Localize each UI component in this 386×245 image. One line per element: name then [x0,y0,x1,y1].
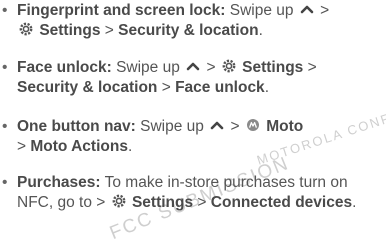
item-target-2: Face unlock [175,79,265,96]
list-item-one-button-nav: • One button nav: Swipe up > Moto > Moto… [0,117,303,157]
separator: > [17,138,27,155]
caret-up-icon [210,121,224,130]
item-end: . [352,194,357,211]
separator: > [206,59,216,76]
moto-app-icon [246,119,259,131]
bullet: • [2,2,8,19]
item-text: Swipe up [140,118,204,135]
settings-label: Settings [242,59,304,76]
settings-gear-icon [19,22,33,36]
item-title: Purchases: [17,174,101,191]
item-title: One button nav: [17,118,136,135]
moto-label: Moto [266,118,304,135]
item-end: . [264,79,269,96]
item-end: . [127,138,133,155]
list-item-fingerprint: • Fingerprint and screen lock: Swipe up … [0,1,329,41]
caret-up-icon [186,62,200,71]
item-text: Swipe up [229,2,294,19]
separator: > [320,2,330,19]
settings-gear-icon [222,59,236,73]
list-item-face-unlock: • Face unlock: Swipe up > Settings > Sec… [0,58,317,98]
item-text: Swipe up [116,59,180,76]
bullet: • [2,59,8,76]
list-item-purchases: • Purchases: To make in-store purchases … [0,173,386,213]
item-end: . [258,22,263,39]
item-target: Security & location [17,79,158,96]
separator: > [104,22,114,39]
settings-gear-icon [112,194,126,208]
separator: > [307,59,317,76]
item-target: Connected devices [210,194,353,211]
item-title: Fingerprint and screen lock: [17,2,226,19]
separator: > [197,194,207,211]
item-target: Moto Actions [30,138,128,155]
settings-label: Settings [39,22,101,39]
item-title: Face unlock: [17,59,112,76]
bullet: • [2,174,8,191]
caret-up-icon [300,5,314,14]
bullet: • [2,118,8,135]
settings-label: Settings [131,194,194,211]
separator: > [96,194,106,211]
separator: > [161,79,171,96]
separator: > [230,118,240,135]
item-target: Security & location [118,22,259,39]
